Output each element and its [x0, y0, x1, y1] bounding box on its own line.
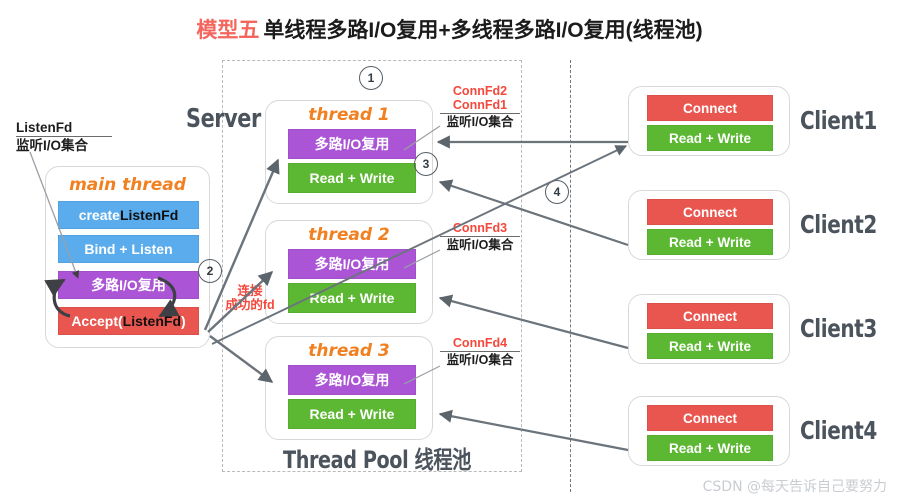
accept-fd: ListenFd — [122, 313, 182, 329]
client-4-read-write[interactable]: Read + Write — [647, 435, 773, 461]
thread-1-mux-label: 多路I/O复用 — [314, 136, 390, 152]
main-thread-row-io-multiplex[interactable]: 多路I/O复用 — [58, 271, 199, 299]
client-1-label: Client1 — [800, 106, 877, 135]
main-io-multiplex-label: 多路I/O复用 — [91, 277, 166, 293]
thread-1-connfd-1: ConnFd1 — [452, 98, 508, 112]
client-1-rw-label: Read + Write — [669, 130, 751, 146]
thread-2-io-multiplex[interactable]: 多路I/O复用 — [288, 249, 416, 279]
thread-2-connfd-3: ConnFd3 — [452, 221, 508, 235]
client-3-connect[interactable]: Connect — [647, 303, 773, 329]
connect-fd-note-line-2: 成功的fd — [225, 298, 275, 313]
thread-3-title: thread 3 — [308, 341, 390, 361]
thread-1-title: thread 1 — [308, 105, 390, 125]
diagram-canvas: 模型五 单线程多路I/O复用+多线程多路I/O复用(线程池) Server Thr… — [0, 0, 899, 500]
bind-listen-label: Bind + Listen — [84, 241, 173, 257]
client-3-label: Client3 — [800, 314, 877, 343]
thread-2-fd-set: 监听I/O集合 — [446, 238, 514, 252]
connect-fd-note-line-1: 连接 — [237, 284, 263, 298]
client-2-label: Client2 — [800, 210, 877, 239]
thread-3-fd-rule — [440, 351, 520, 352]
step-marker-1: 1 — [359, 66, 383, 90]
accept-prefix: Accept( — [71, 313, 123, 329]
main-thread-card[interactable]: main thread create ListenFd Bind + Liste… — [45, 166, 210, 348]
thread-2-title: thread 2 — [308, 225, 390, 245]
client-4-card[interactable]: Connect Read + Write — [628, 396, 790, 466]
csdn-watermark: CSDN @每天告诉自己要努力 — [702, 479, 887, 495]
client-2-card[interactable]: Connect Read + Write — [628, 190, 790, 260]
thread-pool-label: Thread Pool 线程池 — [283, 446, 471, 474]
main-thread-title: main thread — [69, 175, 186, 195]
listenfd-set-label: 监听I/O集合 — [16, 138, 89, 154]
step-marker-2: 2 — [198, 259, 222, 283]
thread-2-fd-annotation: ConnFd3 监听I/O集合 — [440, 221, 520, 252]
client-2-read-write[interactable]: Read + Write — [647, 229, 773, 255]
main-thread-row-accept[interactable]: Accept(ListenFd) — [58, 307, 199, 335]
thread-1-fd-annotation: ConnFd2 ConnFd1 监听I/O集合 — [440, 84, 520, 129]
create-listenfd-prefix: create — [78, 207, 120, 223]
thread-1-card[interactable]: thread 1 多路I/O复用 Read + Write — [265, 100, 433, 204]
main-thread-row-bind-listen[interactable]: Bind + Listen — [58, 235, 199, 263]
thread-1-rw-label: Read + Write — [309, 170, 395, 186]
thread-1-connfd-2: ConnFd2 — [452, 84, 508, 98]
thread-2-mux-label: 多路I/O复用 — [314, 256, 390, 272]
thread-3-io-multiplex[interactable]: 多路I/O复用 — [288, 365, 416, 395]
thread-3-mux-label: 多路I/O复用 — [314, 372, 390, 388]
client-3-rw-label: Read + Write — [669, 338, 751, 354]
client-2-connect-label: Connect — [683, 204, 737, 220]
thread-3-read-write[interactable]: Read + Write — [288, 399, 416, 429]
create-listenfd-fd: ListenFd — [119, 207, 179, 223]
thread-1-fd-rule — [440, 113, 520, 114]
thread-3-card[interactable]: thread 3 多路I/O复用 Read + Write — [265, 336, 433, 440]
title-main-label: 单线程多路I/O复用+多线程多路I/O复用(线程池) — [263, 19, 703, 42]
connect-success-fd-note: 连接 成功的fd — [213, 284, 287, 313]
main-thread-row-create-listenfd[interactable]: create ListenFd — [58, 201, 199, 229]
client-3-read-write[interactable]: Read + Write — [647, 333, 773, 359]
client-3-card[interactable]: Connect Read + Write — [628, 294, 790, 364]
page-title: 模型五 单线程多路I/O复用+多线程多路I/O复用(线程池) — [0, 14, 899, 44]
thread-3-fd-annotation: ConnFd4 监听I/O集合 — [440, 336, 520, 367]
client-4-rw-label: Read + Write — [669, 440, 751, 456]
client-1-connect-label: Connect — [683, 100, 737, 116]
thread-2-fd-rule — [440, 236, 520, 237]
server-client-divider — [570, 60, 571, 492]
client-2-rw-label: Read + Write — [669, 234, 751, 250]
listenfd-annotation: ListenFd 监听I/O集合 — [16, 120, 112, 153]
thread-3-rw-label: Read + Write — [309, 406, 395, 422]
client-4-connect-label: Connect — [683, 410, 737, 426]
server-label: Server — [186, 104, 261, 134]
thread-2-rw-label: Read + Write — [309, 290, 395, 306]
thread-2-card[interactable]: thread 2 多路I/O复用 Read + Write — [265, 220, 433, 324]
thread-3-connfd-4: ConnFd4 — [452, 336, 508, 350]
client-4-label: Client4 — [800, 416, 877, 445]
client-1-connect[interactable]: Connect — [647, 95, 773, 121]
step-marker-4: 4 — [545, 180, 569, 204]
title-model-label: 模型五 — [196, 19, 260, 42]
thread-1-io-multiplex[interactable]: 多路I/O复用 — [288, 129, 416, 159]
listenfd-rule — [16, 136, 112, 138]
client-1-read-write[interactable]: Read + Write — [647, 125, 773, 151]
thread-1-read-write[interactable]: Read + Write — [288, 163, 416, 193]
thread-3-fd-set: 监听I/O集合 — [446, 353, 514, 367]
accept-suffix: ) — [181, 313, 186, 329]
listenfd-name-label: ListenFd — [16, 120, 73, 135]
client-4-connect[interactable]: Connect — [647, 405, 773, 431]
thread-1-fd-set: 监听I/O集合 — [446, 115, 514, 129]
client-2-connect[interactable]: Connect — [647, 199, 773, 225]
client-1-card[interactable]: Connect Read + Write — [628, 86, 790, 156]
client-3-connect-label: Connect — [683, 308, 737, 324]
step-marker-3: 3 — [414, 152, 438, 176]
thread-2-read-write[interactable]: Read + Write — [288, 283, 416, 313]
